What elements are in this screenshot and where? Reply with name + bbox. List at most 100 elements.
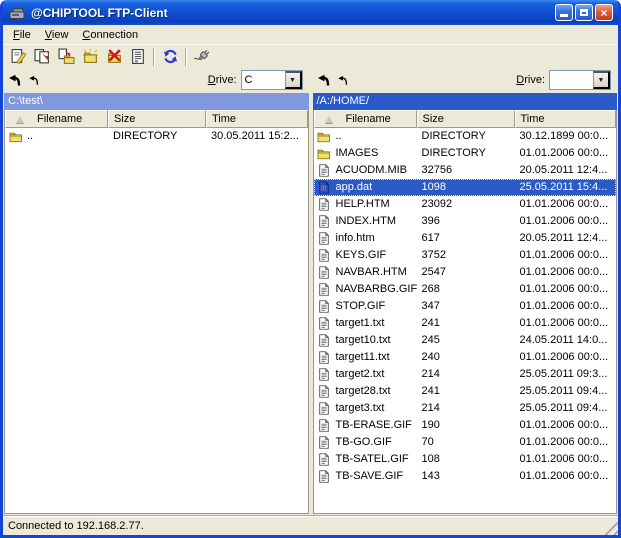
left-back-arrow-button[interactable] xyxy=(8,73,22,87)
local-column-headers: Filename Size Time xyxy=(5,110,308,128)
copy-files-button[interactable] xyxy=(30,46,54,68)
chevron-down-icon: ▼ xyxy=(598,77,605,84)
table-row[interactable]: target1.txt24101.01.2006 00:0... xyxy=(314,315,617,332)
file-name: .. xyxy=(336,128,342,145)
file-icon xyxy=(317,232,332,245)
left-drive-label: Drive: xyxy=(208,74,237,86)
status-bar: Connected to 192.168.2.77. xyxy=(3,516,618,535)
table-row[interactable]: ..DIRECTORY30.05.2011 15:2... xyxy=(5,128,308,145)
file-time: 01.01.2006 00:0... xyxy=(515,264,617,281)
file-icon xyxy=(317,198,332,211)
connect-button[interactable] xyxy=(190,46,214,68)
file-time: 30.12.1899 00:0... xyxy=(515,128,617,145)
left-drive-dropdown-button[interactable]: ▼ xyxy=(285,71,302,89)
left-drive-value: C xyxy=(242,71,285,89)
file-size: 3752 xyxy=(417,247,515,264)
back-arrow-icon xyxy=(317,73,331,87)
right-drive-select[interactable]: ▼ xyxy=(549,70,611,90)
table-row[interactable]: ..DIRECTORY30.12.1899 00:0... xyxy=(314,128,617,145)
file-name: target10.txt xyxy=(336,332,391,349)
table-row[interactable]: target11.txt24001.01.2006 00:0... xyxy=(314,349,617,366)
file-size: 108 xyxy=(417,451,515,468)
menu-view[interactable]: View xyxy=(38,27,76,43)
refresh-button[interactable] xyxy=(158,46,182,68)
file-icon xyxy=(317,385,332,398)
maximize-button[interactable] xyxy=(575,4,593,21)
file-panels: C:\test\ Filename Size Time ..DIRECTORY3… xyxy=(3,92,618,516)
file-icon xyxy=(317,453,332,466)
remote-file-list: ..DIRECTORY30.12.1899 00:0...IMAGESDIREC… xyxy=(314,128,617,513)
column-header-time[interactable]: Time xyxy=(206,110,308,128)
minimize-button[interactable] xyxy=(555,4,573,21)
file-name: HELP.HTM xyxy=(336,196,390,213)
remote-column-headers: Filename Size Time xyxy=(314,110,617,128)
table-row[interactable]: target2.txt21425.05.2011 09:3... xyxy=(314,366,617,383)
file-name: NAVBARBG.GIF xyxy=(336,281,417,298)
edit-file-button[interactable] xyxy=(6,46,30,68)
file-name: target1.txt xyxy=(336,315,385,332)
resize-grip[interactable] xyxy=(604,521,618,535)
file-name: TB-ERASE.GIF xyxy=(336,417,412,434)
table-row[interactable]: NAVBARBG.GIF26801.01.2006 00:0... xyxy=(314,281,617,298)
table-row[interactable]: STOP.GIF34701.01.2006 00:0... xyxy=(314,298,617,315)
file-icon xyxy=(317,317,332,330)
file-icon xyxy=(317,419,332,432)
file-name: target11.txt xyxy=(336,349,390,366)
table-row[interactable]: KEYS.GIF375201.01.2006 00:0... xyxy=(314,247,617,264)
title-bar[interactable]: @CHIPTOOL FTP-Client × xyxy=(3,0,618,25)
table-row[interactable]: TB-SAVE.GIF14301.01.2006 00:0... xyxy=(314,468,617,485)
table-row[interactable]: IMAGESDIRECTORY01.01.2006 00:0... xyxy=(314,145,617,162)
right-drive-label: Drive: xyxy=(516,74,545,86)
table-row[interactable]: TB-GO.GIF7001.01.2006 00:0... xyxy=(314,434,617,451)
table-row[interactable]: target10.txt24524.05.2011 14:0... xyxy=(314,332,617,349)
right-up-arrow-button[interactable] xyxy=(337,74,349,86)
right-back-arrow-button[interactable] xyxy=(317,73,331,87)
column-header-size[interactable]: Size xyxy=(108,110,206,128)
file-name: target2.txt xyxy=(336,366,385,383)
close-button[interactable]: × xyxy=(595,4,613,21)
file-time: 01.01.2006 00:0... xyxy=(515,298,617,315)
download-to-folder-button[interactable] xyxy=(54,46,78,68)
app-window: @CHIPTOOL FTP-Client × File View Connect… xyxy=(0,0,621,538)
right-drive-dropdown-button[interactable]: ▼ xyxy=(593,71,610,89)
edit-file-icon xyxy=(10,48,27,65)
table-row[interactable]: HELP.HTM2309201.01.2006 00:0... xyxy=(314,196,617,213)
back-arrow-icon xyxy=(28,74,40,86)
toolbar-separator xyxy=(153,48,155,66)
table-row[interactable]: app.dat109825.05.2011 15:4... xyxy=(314,179,617,196)
table-row[interactable]: TB-ERASE.GIF19001.01.2006 00:0... xyxy=(314,417,617,434)
left-drive-select[interactable]: C ▼ xyxy=(241,70,303,90)
file-size: 214 xyxy=(417,366,515,383)
file-time: 01.01.2006 00:0... xyxy=(515,468,617,485)
column-header-size[interactable]: Size xyxy=(417,110,515,128)
file-name: ACUODM.MIB xyxy=(336,162,408,179)
file-list-button[interactable] xyxy=(126,46,150,68)
column-header-filename[interactable]: Filename xyxy=(5,110,108,128)
left-up-arrow-button[interactable] xyxy=(28,74,40,86)
file-time: 01.01.2006 00:0... xyxy=(515,213,617,230)
remote-panel: /A:/HOME/ Filename Size Time ..DIRECTORY… xyxy=(313,93,618,514)
right-panel-controls: Drive: ▼ xyxy=(313,68,618,92)
table-row[interactable]: INDEX.HTM39601.01.2006 00:0... xyxy=(314,213,617,230)
table-row[interactable]: info.htm61720.05.2011 12:4... xyxy=(314,230,617,247)
column-header-filename[interactable]: Filename xyxy=(314,110,417,128)
new-folder-button[interactable] xyxy=(78,46,102,68)
delete-button[interactable] xyxy=(102,46,126,68)
table-row[interactable]: target3.txt21425.05.2011 09:4... xyxy=(314,400,617,417)
file-name: info.htm xyxy=(336,230,375,247)
menu-file[interactable]: File xyxy=(6,27,38,43)
table-row[interactable]: ACUODM.MIB3275620.05.2011 12:4... xyxy=(314,162,617,179)
status-text: Connected to 192.168.2.77. xyxy=(8,520,144,532)
table-row[interactable]: NAVBAR.HTM254701.01.2006 00:0... xyxy=(314,264,617,281)
file-icon xyxy=(317,470,332,483)
table-row[interactable]: TB-SATEL.GIF10801.01.2006 00:0... xyxy=(314,451,617,468)
file-name: .. xyxy=(27,128,33,145)
column-header-time[interactable]: Time xyxy=(515,110,617,128)
file-time: 01.01.2006 00:0... xyxy=(515,417,617,434)
file-time: 24.05.2011 14:0... xyxy=(515,332,617,349)
app-icon xyxy=(8,5,26,21)
table-row[interactable]: target28.txt24125.05.2011 09:4... xyxy=(314,383,617,400)
file-name: IMAGES xyxy=(336,145,379,162)
folder-icon xyxy=(8,130,23,143)
menu-connection[interactable]: Connection xyxy=(75,27,145,43)
